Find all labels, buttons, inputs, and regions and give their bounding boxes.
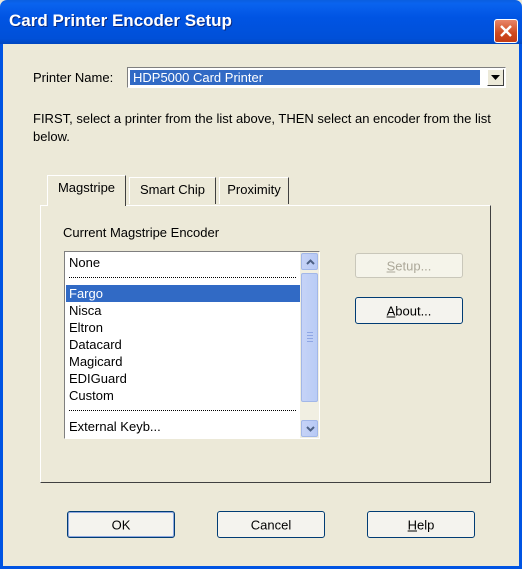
cancel-button[interactable]: Cancel (217, 511, 325, 538)
encoder-list-item[interactable]: Nisca (66, 302, 300, 319)
combo-dropdown-button[interactable] (487, 69, 504, 86)
encoder-list-label: Current Magstripe Encoder (63, 225, 220, 240)
tab-smart-chip[interactable]: Smart Chip (129, 177, 216, 204)
chevron-up-icon (306, 259, 315, 265)
encoder-list-item[interactable]: Magicard (66, 353, 300, 370)
help-button[interactable]: Help (367, 511, 475, 538)
about-accel: A (386, 303, 396, 318)
help-accel: H (407, 517, 418, 532)
encoder-list-item[interactable]: Fargo (66, 285, 300, 302)
instructions-text: FIRST, select a printer from the list ab… (33, 111, 491, 144)
scroll-thumb[interactable] (301, 273, 318, 402)
dialog-window: Card Printer Encoder Setup Printer Name:… (0, 0, 522, 569)
scroll-up-button[interactable] (301, 253, 318, 270)
list-separator (69, 410, 296, 411)
encoder-list-item[interactable]: EDIGuard (66, 370, 300, 387)
encoder-list-item[interactable]: External Keyb... (66, 418, 300, 435)
encoder-list-item[interactable]: Custom (66, 387, 300, 404)
list-separator (69, 277, 296, 278)
encoder-list-item[interactable]: Eltron (66, 319, 300, 336)
encoder-list-item[interactable]: Datacard (66, 336, 300, 353)
printer-name-label: Printer Name: (33, 70, 114, 85)
chevron-down-icon (306, 426, 315, 432)
close-button[interactable] (494, 19, 518, 43)
ok-button[interactable]: OK (67, 511, 175, 538)
cancel-label: Cancel (250, 517, 292, 532)
ok-label: OK (111, 517, 131, 532)
setup-label: etup... (395, 258, 432, 273)
scroll-down-button[interactable] (301, 420, 318, 437)
tab-proximity-label: Proximity (227, 182, 281, 197)
title-bar[interactable]: Card Printer Encoder Setup (0, 0, 522, 44)
printer-name-combobox[interactable]: HDP5000 Card Printer (127, 67, 506, 88)
tab-magstripe[interactable]: Magstripe (47, 175, 126, 206)
list-scrollbar[interactable] (300, 252, 319, 438)
tab-proximity[interactable]: Proximity (219, 177, 289, 204)
help-label: elp (417, 517, 435, 532)
tab-smart-chip-label: Smart Chip (139, 182, 206, 197)
window-title: Card Printer Encoder Setup (9, 11, 232, 30)
tab-magstripe-label: Magstripe (57, 180, 116, 195)
encoder-list-item[interactable]: None (66, 254, 300, 271)
encoder-listbox[interactable]: None Fargo Nisca Eltron Datacard Magicard EDIG… (64, 251, 320, 439)
chevron-down-icon (491, 75, 500, 80)
setup-accel: S (386, 258, 396, 273)
setup-button[interactable]: Setup... (355, 253, 463, 278)
about-button[interactable]: About... (355, 297, 463, 324)
encoder-list-items: None Fargo Nisca Eltron Datacard Magicard EDIG… (66, 253, 300, 437)
printer-name-value: HDP5000 Card Printer (130, 70, 480, 85)
close-icon (500, 25, 512, 37)
about-label: bout... (395, 303, 432, 318)
